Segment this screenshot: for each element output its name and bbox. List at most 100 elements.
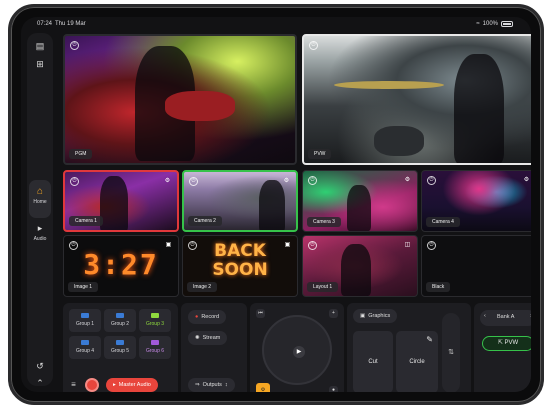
broadcast-icon: ✺	[195, 335, 200, 341]
audio-group-1[interactable]: Group 1	[69, 309, 101, 332]
volume-icon	[81, 313, 89, 318]
settings-icon[interactable]: ⚙	[403, 176, 412, 185]
image-icon[interactable]: ▣	[164, 241, 173, 250]
power-icon[interactable]: ⏻	[70, 177, 79, 186]
power-icon[interactable]: ⏻	[189, 177, 198, 186]
group-label: Group 3	[145, 321, 165, 327]
rail-item-audio[interactable]: ▸ Audio	[27, 223, 53, 242]
power-icon[interactable]: ⏻	[188, 241, 197, 250]
source-layout-1[interactable]: ⏻ ◫ Layout 1	[302, 235, 418, 297]
audio-group-3[interactable]: Group 3	[139, 309, 171, 332]
settings-icon[interactable]: ⚙	[163, 177, 172, 186]
source-camera-1[interactable]: ⏻ ⚙ Camera 1	[63, 170, 179, 232]
wifi-icon: ≈	[476, 21, 480, 27]
outputs-label: Outputs	[202, 382, 222, 388]
power-icon[interactable]: ⏻	[308, 241, 317, 250]
speed-icon[interactable]: ●	[329, 386, 338, 392]
volume-icon	[151, 313, 159, 318]
outputs-icon: ⇒	[195, 382, 200, 388]
power-icon[interactable]: ⏻	[70, 41, 79, 50]
circle-transition-button[interactable]: Circle ✎	[396, 331, 438, 392]
cymbal	[334, 81, 444, 89]
group-label: Group 4	[75, 348, 95, 354]
export-icon[interactable]: ⊞	[27, 59, 53, 70]
status-date: Thu 19 Mar	[55, 21, 86, 27]
bank-label: Bank A	[497, 314, 515, 320]
drum	[374, 126, 424, 156]
source-camera-3[interactable]: ⏻ ⚙ Camera 3	[302, 170, 418, 232]
add-icon[interactable]: +	[329, 309, 338, 318]
drummer-figure	[454, 54, 504, 163]
tbar-handle-icon[interactable]: ⇅	[446, 348, 456, 358]
rotate-lock-icon[interactable]: ↺	[27, 361, 53, 372]
jog-wheel[interactable]: ▶	[262, 315, 332, 385]
chevron-left-icon[interactable]: ‹	[484, 313, 486, 319]
back-soon-line-1: BACK	[214, 241, 266, 261]
rail-audio-label: Audio	[33, 236, 47, 242]
stream-label: Stream	[202, 335, 221, 341]
app-screen: 07:24 Thu 19 Mar ≈ 100% ▤ ⊞ ⌂ Home ▸ Aud…	[21, 17, 531, 392]
source-label: Camera 4	[426, 217, 460, 227]
power-icon[interactable]: ⏻	[309, 41, 318, 50]
tbar-icon[interactable]: ⚙	[256, 383, 270, 392]
layout-icon[interactable]: ◫	[403, 241, 412, 250]
record-label: Record	[201, 314, 220, 320]
power-icon[interactable]: ⏻	[427, 176, 436, 185]
source-camera-4[interactable]: ⏻ ⚙ Camera 4	[421, 170, 531, 232]
source-camera-2[interactable]: ⏻ ⚙ Camera 2	[182, 170, 298, 232]
eyedropper-icon[interactable]: ✎	[426, 309, 433, 371]
source-label: Camera 1	[69, 216, 103, 226]
transition-tbar[interactable]: ⇅	[442, 313, 460, 392]
volume-icon	[116, 340, 124, 345]
transition-panel: ▣ Graphics Cut Circle ✎ ⇅	[347, 303, 471, 392]
audio-groups-panel: Group 1 Group 2 Group 3 Group 4 Group 5	[63, 303, 178, 392]
image-icon: ▣	[360, 313, 366, 319]
audio-group-6[interactable]: Group 6	[139, 336, 171, 359]
settings-icon[interactable]: ⚙	[282, 177, 291, 186]
chevron-up-icon[interactable]: ⌃	[27, 378, 53, 389]
source-image-1[interactable]: 3:27 ⏻ ▣ Image 1	[63, 235, 179, 297]
power-icon[interactable]: ⏻	[69, 241, 78, 250]
audio-group-4[interactable]: Group 4	[69, 336, 101, 359]
cut-button[interactable]: Cut	[353, 331, 393, 392]
guitar-body	[165, 91, 235, 121]
audio-meter-button[interactable]	[85, 378, 99, 392]
master-audio-button[interactable]: ▸ Master Audio	[106, 378, 158, 392]
cut-label: Cut	[368, 359, 378, 365]
back-soon-graphic: BACK SOON	[183, 242, 297, 280]
speaker-icon: ▸	[113, 382, 116, 388]
audio-group-5[interactable]: Group 5	[104, 336, 136, 359]
play-icon[interactable]: ▶	[293, 346, 305, 358]
settings-icon[interactable]: ⚙	[522, 176, 531, 185]
record-button[interactable]: ● Record	[188, 310, 227, 324]
program-monitor[interactable]: ⏻ PGM	[63, 34, 297, 165]
document-icon[interactable]: ▤	[27, 41, 53, 52]
preview-monitor[interactable]: ⏻ PVW	[302, 34, 531, 165]
outputs-button[interactable]: ⇒ Outputs ↕	[188, 378, 235, 392]
graphics-button[interactable]: ▣ Graphics	[353, 309, 398, 323]
power-icon[interactable]: ⏻	[427, 241, 436, 250]
battery-percent: 100%	[482, 21, 498, 27]
chevron-right-icon[interactable]: ›	[530, 313, 531, 319]
rail-item-home[interactable]: ⌂ Home	[29, 180, 51, 218]
stream-button[interactable]: ✺ Stream	[188, 331, 228, 345]
graphics-label: Graphics	[368, 313, 391, 319]
pvw-button[interactable]: ⇱ PVW	[482, 336, 531, 351]
guitarist-figure	[100, 176, 128, 230]
audio-group-2[interactable]: Group 2	[104, 309, 136, 332]
sliders-icon[interactable]: ≡	[69, 380, 78, 389]
image-icon[interactable]: ▣	[283, 241, 292, 250]
drummer-figure	[259, 180, 285, 230]
source-black[interactable]: ⏻ Black	[421, 235, 531, 297]
source-label: Layout 1	[307, 282, 339, 292]
back-soon-line-2: SOON	[212, 260, 268, 280]
circle-label: Circle	[409, 359, 425, 365]
source-image-2[interactable]: BACK SOON ⏻ ▣ Image 2	[182, 235, 298, 297]
volume-icon	[116, 313, 124, 318]
source-label: Camera 2	[188, 216, 222, 226]
bank-selector[interactable]: ‹ Bank A ›	[480, 310, 531, 326]
power-icon[interactable]: ⏻	[308, 176, 317, 185]
chevron-updown-icon: ↕	[224, 382, 228, 388]
status-battery: ≈ 100%	[476, 21, 513, 27]
skip-back-icon[interactable]: ⏮	[256, 309, 265, 318]
